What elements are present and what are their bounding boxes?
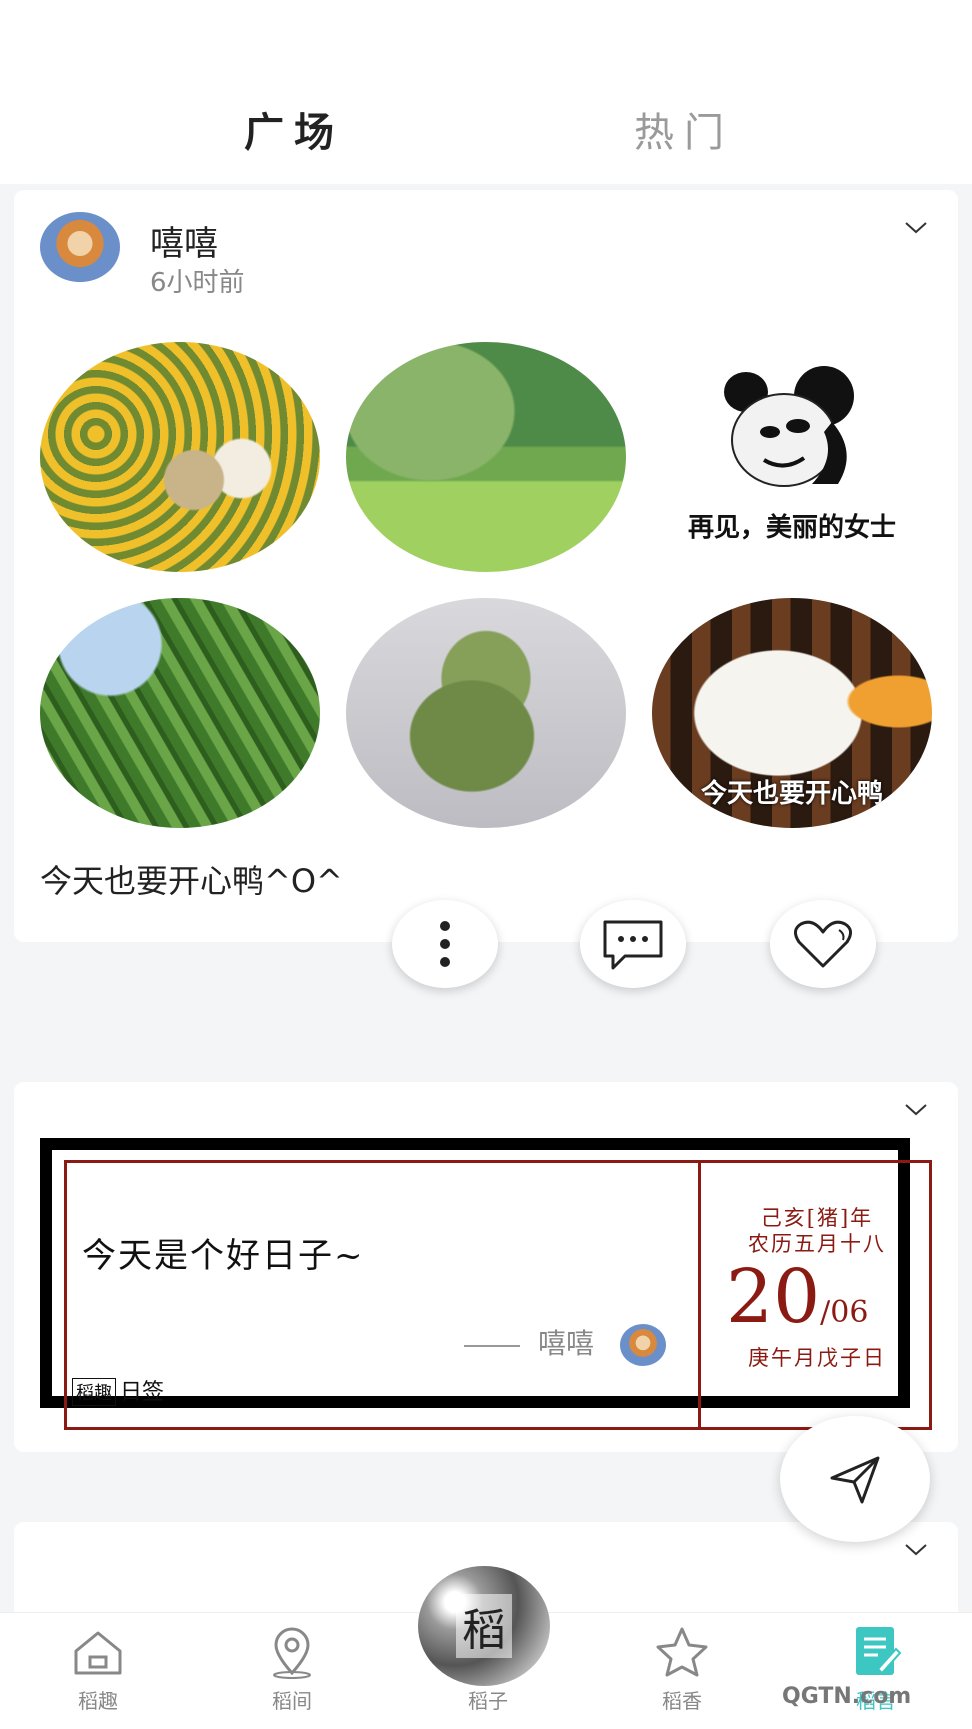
- tab-square[interactable]: 广场: [244, 100, 344, 158]
- nav-item-daojian[interactable]: 稻间: [232, 1625, 352, 1714]
- post-time: 6小时前: [150, 268, 245, 298]
- chevron-down-icon[interactable]: [904, 216, 928, 240]
- post-card: 嘻嘻 6小时前 再见，美丽的女士 今天也要开心鸭 今天也要开心鸭^O^: [14, 190, 958, 942]
- sign-author-name: 嘻嘻: [538, 1327, 595, 1360]
- nav-label: 稻趣: [78, 1689, 118, 1713]
- post-image-panda-meme[interactable]: 再见，美丽的女士: [652, 342, 932, 572]
- daily-sign-card: 今天是个好日子~ 嘻嘻 稻趣 日签 己亥[猪]年 农历五月十八 20/06 庚午月…: [14, 1082, 958, 1452]
- post-image-tree[interactable]: [40, 598, 320, 828]
- brand-logo: 稻趣: [72, 1378, 116, 1406]
- like-button[interactable]: [770, 900, 876, 988]
- user-avatar[interactable]: [40, 212, 120, 282]
- send-post-button[interactable]: [780, 1416, 930, 1542]
- nav-label: 稻子: [468, 1689, 508, 1713]
- sign-author: 嘻嘻: [464, 1322, 594, 1362]
- chevron-down-icon[interactable]: [904, 1538, 928, 1562]
- location-pin-icon: [273, 1627, 311, 1679]
- nav-item-daoxiang[interactable]: 稻香: [622, 1625, 742, 1714]
- center-logo-button[interactable]: 稻: [418, 1566, 550, 1686]
- sign-brand: 稻趣 日签: [72, 1374, 164, 1406]
- watermark: QGTN.com: [782, 1684, 912, 1709]
- tab-hot[interactable]: 热门: [634, 100, 734, 158]
- paper-plane-icon: [830, 1456, 880, 1504]
- sign-author-avatar: [620, 1324, 666, 1366]
- home-icon: [74, 1631, 122, 1675]
- comment-button[interactable]: [580, 900, 686, 988]
- nav-label: 稻香: [662, 1689, 702, 1713]
- duck-meme-caption: 今天也要开心鸭: [700, 779, 883, 809]
- date-display: 20/06: [726, 1254, 868, 1340]
- panda-meme-icon: [724, 366, 854, 487]
- sign-divider: [698, 1160, 701, 1428]
- note-edit-icon: [856, 1627, 902, 1675]
- brand-label: 日签: [120, 1380, 165, 1405]
- panda-meme-caption: 再见，美丽的女士: [687, 513, 896, 543]
- ganzhi-date: 庚午月戊子日: [748, 1346, 886, 1370]
- sign-quote: 今天是个好日子~: [82, 1236, 365, 1276]
- comment-icon: [603, 920, 663, 970]
- post-image-duck-meme[interactable]: 今天也要开心鸭: [652, 598, 932, 828]
- more-vertical-icon: [440, 921, 450, 967]
- center-logo-icon: 稻: [456, 1594, 512, 1658]
- post-image-rice-field[interactable]: [346, 342, 626, 572]
- top-tab-bar: 广场 热门: [0, 0, 972, 184]
- date-day: 20: [726, 1254, 821, 1340]
- post-image-zongzi[interactable]: [346, 598, 626, 828]
- post-image-sunflower[interactable]: [40, 342, 320, 572]
- nav-item-daoqu[interactable]: 稻趣: [38, 1625, 158, 1714]
- heart-icon: [794, 920, 852, 968]
- more-button[interactable]: [392, 900, 498, 988]
- post-text: 今天也要开心鸭^O^: [40, 862, 343, 900]
- date-month: /06: [820, 1295, 869, 1330]
- chevron-down-icon[interactable]: [904, 1098, 928, 1122]
- star-icon: [656, 1627, 708, 1677]
- nav-label: 稻间: [272, 1689, 312, 1713]
- dash-line: [464, 1344, 520, 1347]
- username[interactable]: 嘻嘻: [150, 216, 218, 265]
